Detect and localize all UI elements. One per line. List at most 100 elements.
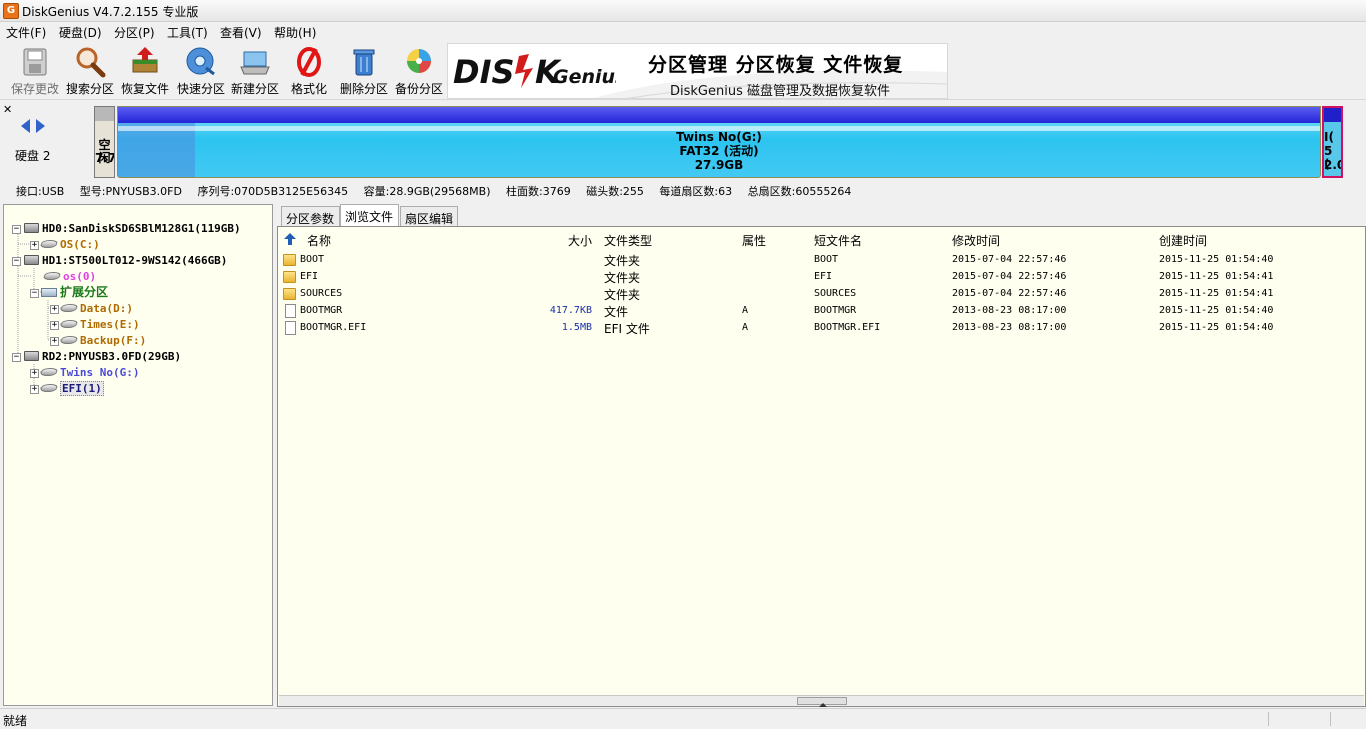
disk-heads: 磁头数:255: [586, 185, 644, 198]
col-header-size[interactable]: 大小: [568, 232, 592, 249]
menu-file[interactable]: 文件(F): [6, 24, 46, 41]
file-row[interactable]: BOOTMGR 417.7KB 文件 A BOOTMGR 2013-08-23 …: [280, 303, 1360, 320]
save-changes-button[interactable]: 保存更改: [8, 46, 62, 98]
format-label: 格式化: [290, 82, 327, 96]
file-row[interactable]: BOOTMGR.EFI 1.5MB EFI 文件 A BOOTMGR.EFI 2…: [280, 320, 1360, 337]
expand-icon[interactable]: +: [30, 369, 39, 378]
volume-icon: [39, 240, 59, 248]
tree-node-hd1-os[interactable]: os(0): [42, 269, 96, 284]
collapse-icon[interactable]: −: [12, 257, 21, 266]
file-attr: A: [742, 305, 749, 316]
twins-partition-name: Twins No(G:): [676, 130, 762, 144]
recover-files-button[interactable]: 恢复文件: [118, 46, 172, 98]
diskgenius-logo: DIS K Genius: [451, 50, 626, 91]
file-row[interactable]: EFI 文件夹 EFI 2015-07-04 22:57:46 2015-11-…: [280, 269, 1360, 286]
col-header-attr[interactable]: 属性: [742, 232, 766, 249]
content-panel: 分区参数 浏览文件 扇区编辑 名称 大小 文件类型 属性 短文件名 修改时间 创…: [277, 204, 1366, 707]
col-header-created[interactable]: 创建时间: [1159, 232, 1207, 249]
volume-icon: [39, 368, 59, 376]
tab-sector-editor[interactable]: 扇区编辑: [400, 206, 458, 226]
search-partition-label: 搜索分区: [65, 82, 114, 96]
app-icon: G: [3, 3, 19, 19]
volume-icon: [39, 384, 59, 392]
file-modified: 2013-08-23 08:17:00: [952, 322, 1067, 333]
file-row[interactable]: SOURCES 文件夹 SOURCES 2015-07-04 22:57:46 …: [280, 286, 1360, 303]
tree-node-rd2-efi[interactable]: + EFI(1): [30, 381, 104, 396]
tree-node-hd1-data[interactable]: + Data(D:): [50, 301, 133, 316]
col-header-modified[interactable]: 修改时间: [952, 232, 1000, 249]
menu-partition[interactable]: 分区(P): [114, 24, 155, 41]
prev-disk-arrow-icon[interactable]: [21, 119, 30, 133]
title-bar: G DiskGenius V4.7.2.155 专业版: [0, 0, 1366, 22]
tree-node-hd1-backup[interactable]: + Backup(F:): [50, 333, 146, 348]
col-header-name[interactable]: 名称: [307, 232, 331, 249]
banner-slogan: 分区管理 分区恢复 文件恢复: [648, 54, 904, 76]
save-changes-label: 保存更改: [10, 82, 59, 96]
twins-partition-segment[interactable]: Twins No(G:) FAT32 (活动) 27.9GB: [117, 106, 1321, 178]
expand-icon[interactable]: +: [30, 241, 39, 250]
tab-partition-params[interactable]: 分区参数: [281, 206, 340, 226]
tree-node-hd0-os[interactable]: + OS(C:): [30, 237, 100, 252]
diskmap-close-icon[interactable]: ✕: [3, 103, 12, 116]
expand-icon[interactable]: +: [50, 321, 59, 330]
quick-partition-button[interactable]: 快速分区: [175, 46, 227, 98]
diskgenius-banner: DIS K Genius 分区管理 分区恢复 文件恢复 DiskGenius 磁…: [447, 43, 948, 99]
file-row[interactable]: BOOT 文件夹 BOOT 2015-07-04 22:57:46 2015-1…: [280, 252, 1360, 269]
scrollbar-thumb[interactable]: [797, 697, 847, 707]
free-space-size: 7.7: [95, 151, 115, 165]
tree-node-hd0-label: HD0:SanDiskSD6SBlM128G1(119GB): [42, 222, 241, 235]
file-name: SOURCES: [300, 288, 343, 299]
collapse-icon[interactable]: −: [12, 353, 21, 362]
folder-icon: [283, 271, 296, 283]
horizontal-scrollbar[interactable]: [279, 695, 1364, 707]
file-short-name: BOOTMGR.EFI: [814, 322, 881, 333]
save-icon: [18, 46, 52, 78]
tree-node-hd1-times[interactable]: + Times(E:): [50, 317, 140, 332]
menu-help[interactable]: 帮助(H): [274, 24, 316, 41]
format-button[interactable]: 格式化: [284, 46, 334, 98]
collapse-icon[interactable]: −: [12, 225, 21, 234]
search-partition-button[interactable]: 搜索分区: [64, 46, 116, 98]
status-bar: 就绪: [0, 708, 1366, 728]
file-name: BOOT: [300, 254, 325, 265]
recover-files-label: 恢复文件: [120, 82, 169, 96]
tree-node-hd1-data-label: Data(D:): [80, 302, 133, 315]
tree-node-hd1-times-label: Times(E:): [80, 318, 140, 331]
next-disk-arrow-icon[interactable]: [36, 119, 45, 133]
tree-node-hd0[interactable]: − HD0:SanDiskSD6SBlM128G1(119GB): [12, 221, 241, 236]
file-created: 2015-11-25 01:54:41: [1159, 288, 1274, 299]
efi-partition-segment[interactable]: I( 5 ( 2.0: [1322, 106, 1343, 178]
disk-total-sectors: 总扇区数:60555264: [747, 185, 852, 198]
efi-partition-topbar: [1324, 108, 1341, 122]
tab-browse-files[interactable]: 浏览文件: [340, 204, 399, 226]
extended-partition-icon: [41, 288, 57, 297]
tree-node-hd1[interactable]: − HD1:ST500LT012-9WS142(466GB): [12, 253, 227, 268]
recover-box-icon: [128, 46, 162, 78]
tree-node-rd2[interactable]: − RD2:PNYUSB3.0FD(29GB): [12, 349, 181, 364]
file-short-name: BOOT: [814, 254, 839, 265]
delete-partition-label: 删除分区: [339, 82, 388, 96]
magnifier-icon: [73, 46, 107, 78]
menu-tools[interactable]: 工具(T): [167, 24, 208, 41]
new-partition-button[interactable]: 新建分区: [229, 46, 281, 98]
tree-node-hd0-os-label: OS(C:): [60, 238, 100, 251]
tree-node-rd2-twins[interactable]: + Twins No(G:): [30, 365, 139, 380]
disk-capacity: 容量:28.9GB(29568MB): [363, 185, 491, 198]
disk-tree-panel: − HD0:SanDiskSD6SBlM128G1(119GB) + OS(C:) …: [3, 204, 273, 706]
quick-partition-label: 快速分区: [176, 82, 225, 96]
col-header-short-name[interactable]: 短文件名: [814, 232, 862, 249]
expand-icon[interactable]: +: [50, 305, 59, 314]
menu-disk[interactable]: 硬盘(D): [59, 24, 102, 41]
expand-icon[interactable]: +: [30, 385, 39, 394]
expand-icon[interactable]: +: [50, 337, 59, 346]
delete-partition-button[interactable]: 删除分区: [337, 46, 391, 98]
col-header-type[interactable]: 文件类型: [604, 232, 652, 249]
file-type: EFI 文件: [604, 322, 650, 336]
backup-partition-button[interactable]: 备份分区: [393, 46, 445, 98]
collapse-icon[interactable]: −: [30, 289, 39, 298]
up-folder-icon[interactable]: [284, 233, 296, 245]
disk-model: 型号:PNYUSB3.0FD: [79, 185, 182, 198]
menu-view[interactable]: 查看(V): [220, 24, 262, 41]
free-space-segment[interactable]: 空闲 7.7: [94, 106, 115, 178]
tree-node-hd1-extended[interactable]: − 扩展分区: [30, 285, 108, 300]
